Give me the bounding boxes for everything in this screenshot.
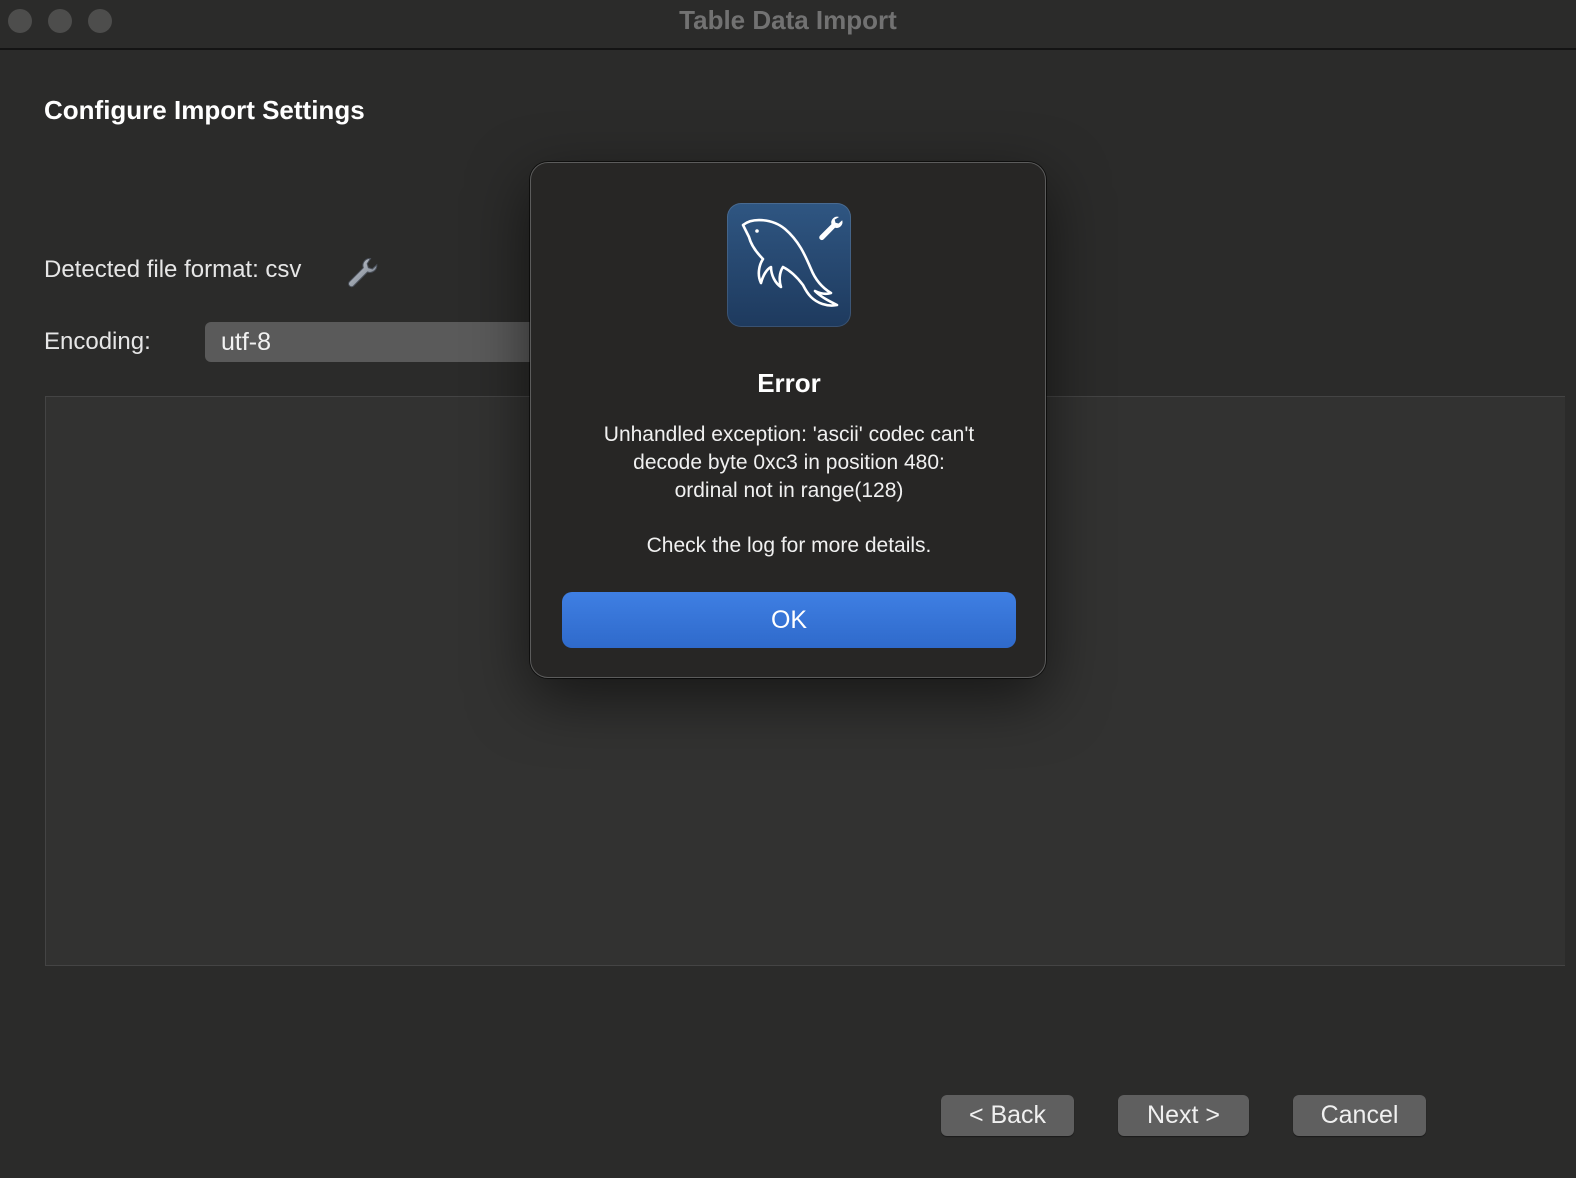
detected-format-label: Detected file format: csv — [44, 256, 302, 283]
import-wizard-window: Table Data Import Configure Import Setti… — [0, 0, 1576, 1178]
mysql-dolphin-icon — [727, 203, 851, 327]
next-button[interactable]: Next > — [1118, 1095, 1249, 1136]
title-bar: Table Data Import — [0, 0, 1576, 50]
format-settings-wrench-icon[interactable] — [344, 255, 380, 291]
back-button[interactable]: < Back — [941, 1095, 1074, 1136]
ok-button[interactable]: OK — [562, 592, 1016, 648]
error-message-line: decode byte 0xc3 in position 480: — [633, 451, 945, 474]
error-dialog: Error Unhandled exception: 'ascii' codec… — [530, 162, 1046, 678]
dialog-title: Error — [757, 368, 821, 398]
encoding-label: Encoding: — [44, 328, 151, 355]
error-message-line: ordinal not in range(128) — [674, 479, 904, 502]
page-title: Configure Import Settings — [44, 95, 365, 125]
dialog-hint: Check the log for more details. — [646, 534, 932, 557]
encoding-select[interactable]: utf-8 — [205, 322, 545, 362]
window-title: Table Data Import — [679, 5, 897, 35]
error-message: Unhandled exception: 'ascii' codec can't… — [561, 421, 1017, 505]
error-message-line: Unhandled exception: 'ascii' codec can't — [603, 423, 975, 446]
cancel-button[interactable]: Cancel — [1293, 1095, 1426, 1136]
